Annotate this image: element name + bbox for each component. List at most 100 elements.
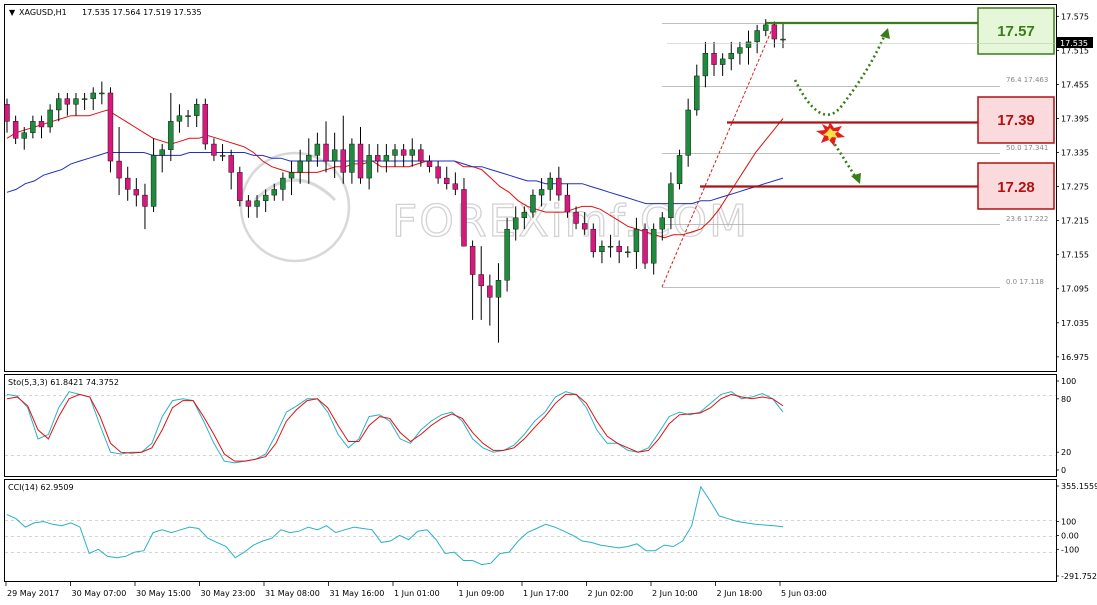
candle-body bbox=[47, 109, 53, 128]
candle-body bbox=[659, 217, 665, 230]
candle-body bbox=[573, 211, 579, 224]
time-axis: 29 May 2017 30 May 07:00 30 May 15:00 30 Ma… bbox=[5, 582, 827, 598]
stochastic-axis: 100 80 20 0 bbox=[1056, 377, 1076, 475]
stoch-tick-label: 80 bbox=[1061, 395, 1071, 404]
chart-ohlc: 17.535 17.564 17.519 17.535 bbox=[82, 8, 202, 17]
candle-body bbox=[185, 115, 191, 117]
candle-body bbox=[444, 177, 450, 184]
level-label-support-2: 17.28 bbox=[997, 179, 1035, 196]
candle-body bbox=[530, 194, 536, 213]
cci-tick-label: 355.1559 bbox=[1061, 482, 1097, 491]
stoch-tick-label: 20 bbox=[1061, 448, 1071, 457]
cci-panel bbox=[4, 479, 1057, 582]
time-tick-label: 1 Jun 01:00 bbox=[394, 589, 440, 598]
price-axis: 17.57517.51517.45517.39517.33517.27517.2… bbox=[1056, 12, 1089, 362]
candle-body bbox=[159, 149, 165, 156]
time-tick-label: 31 May 08:00 bbox=[265, 589, 320, 598]
candle-body bbox=[38, 121, 45, 128]
price-tick-label: 17.035 bbox=[1061, 319, 1089, 328]
price-tick-label: 17.155 bbox=[1061, 251, 1089, 260]
candle-body bbox=[56, 98, 62, 111]
candle-body bbox=[116, 160, 122, 179]
chart-header-arrow: ▼ bbox=[9, 8, 16, 17]
candle-body bbox=[487, 285, 493, 298]
candle-body bbox=[625, 251, 631, 254]
candle-body bbox=[521, 211, 528, 218]
candle bbox=[237, 166, 243, 207]
candle-body bbox=[64, 98, 71, 105]
candle-body bbox=[202, 104, 209, 145]
candle-body bbox=[607, 245, 614, 248]
candle-body bbox=[150, 155, 157, 207]
candle-body bbox=[306, 155, 312, 162]
candle-body bbox=[4, 104, 10, 122]
chart-symbol: XAGUSD,H1 bbox=[19, 8, 67, 17]
time-tick-label: 2 Jun 02:00 bbox=[588, 589, 634, 598]
candle-body bbox=[478, 274, 484, 287]
candle-body bbox=[245, 200, 252, 207]
candle-body bbox=[780, 38, 786, 41]
price-tick-label: 17.455 bbox=[1061, 80, 1089, 89]
candle-body bbox=[193, 104, 200, 116]
stoch-tick-label: 100 bbox=[1061, 377, 1076, 386]
candle-body bbox=[650, 228, 657, 264]
candle-body bbox=[211, 143, 217, 156]
stoch-tick-label: 0 bbox=[1061, 466, 1066, 475]
candle-body bbox=[599, 245, 605, 253]
candle-body bbox=[176, 115, 183, 122]
candle-body bbox=[271, 189, 277, 196]
candle-body bbox=[107, 92, 114, 162]
watermark-text: FOREXimf.COM bbox=[392, 196, 749, 247]
candle-body bbox=[581, 223, 588, 230]
candle-body bbox=[409, 149, 415, 156]
time-tick-label: 30 May 23:00 bbox=[201, 589, 256, 598]
candle-body bbox=[99, 92, 105, 95]
time-tick-label: 31 May 16:00 bbox=[330, 589, 385, 598]
stochastic-title: Sto(5,3,3) 61.8421 74.3752 bbox=[8, 378, 119, 387]
candle-body bbox=[383, 155, 390, 162]
candle bbox=[202, 98, 209, 150]
candle-body bbox=[349, 143, 355, 173]
candle-body bbox=[331, 149, 338, 162]
candle-body bbox=[81, 98, 88, 100]
candle-body bbox=[745, 41, 752, 48]
price-tick-label: 16.975 bbox=[1061, 353, 1089, 362]
price-tick-label: 17.335 bbox=[1061, 149, 1089, 158]
cci-tick-label: 100 bbox=[1061, 517, 1076, 526]
candle-body bbox=[133, 189, 140, 196]
time-tick-label: 2 Jun 18:00 bbox=[717, 589, 763, 598]
candle-body bbox=[392, 149, 398, 156]
candle-body bbox=[564, 194, 571, 213]
candle-body bbox=[754, 30, 760, 43]
candle-body bbox=[90, 92, 96, 99]
candle-body bbox=[616, 245, 622, 253]
candle-body bbox=[340, 149, 346, 173]
candle-body bbox=[642, 228, 648, 264]
price-tick-label: 17.575 bbox=[1061, 12, 1089, 21]
candle-body bbox=[711, 53, 717, 65]
candle-body bbox=[219, 155, 226, 157]
candle-body bbox=[685, 109, 691, 156]
candle bbox=[642, 223, 648, 269]
candle-body bbox=[237, 172, 243, 201]
price-tick-label: 17.095 bbox=[1061, 285, 1089, 294]
candle-body bbox=[168, 121, 174, 150]
fib-23-label: 23.6 17.222 bbox=[1006, 215, 1048, 223]
candle-body bbox=[375, 155, 381, 162]
time-tick-label: 30 May 07:00 bbox=[72, 589, 127, 598]
fib-76-label: 76.4 17.463 bbox=[1006, 76, 1048, 84]
candle-body bbox=[668, 183, 674, 218]
candle-body bbox=[547, 177, 553, 190]
candle-body bbox=[513, 217, 519, 230]
candle-body bbox=[590, 228, 597, 253]
time-tick-label: 30 May 15:00 bbox=[136, 589, 191, 598]
time-tick-label: 5 Jun 03:00 bbox=[781, 589, 827, 598]
candle-body bbox=[280, 177, 286, 190]
candle-body bbox=[73, 98, 79, 105]
candle-body bbox=[30, 121, 36, 133]
level-label-resistance: 17.57 bbox=[997, 23, 1035, 40]
cci-title: CCI(14) 62.9509 bbox=[8, 483, 74, 492]
candle-body bbox=[633, 228, 640, 253]
time-tick-label: 1 Jun 09:00 bbox=[459, 589, 505, 598]
trading-chart[interactable]: FOREXimf.COM ▼ XAGUSD,H1 17.535 17.564 1… bbox=[0, 0, 1097, 605]
